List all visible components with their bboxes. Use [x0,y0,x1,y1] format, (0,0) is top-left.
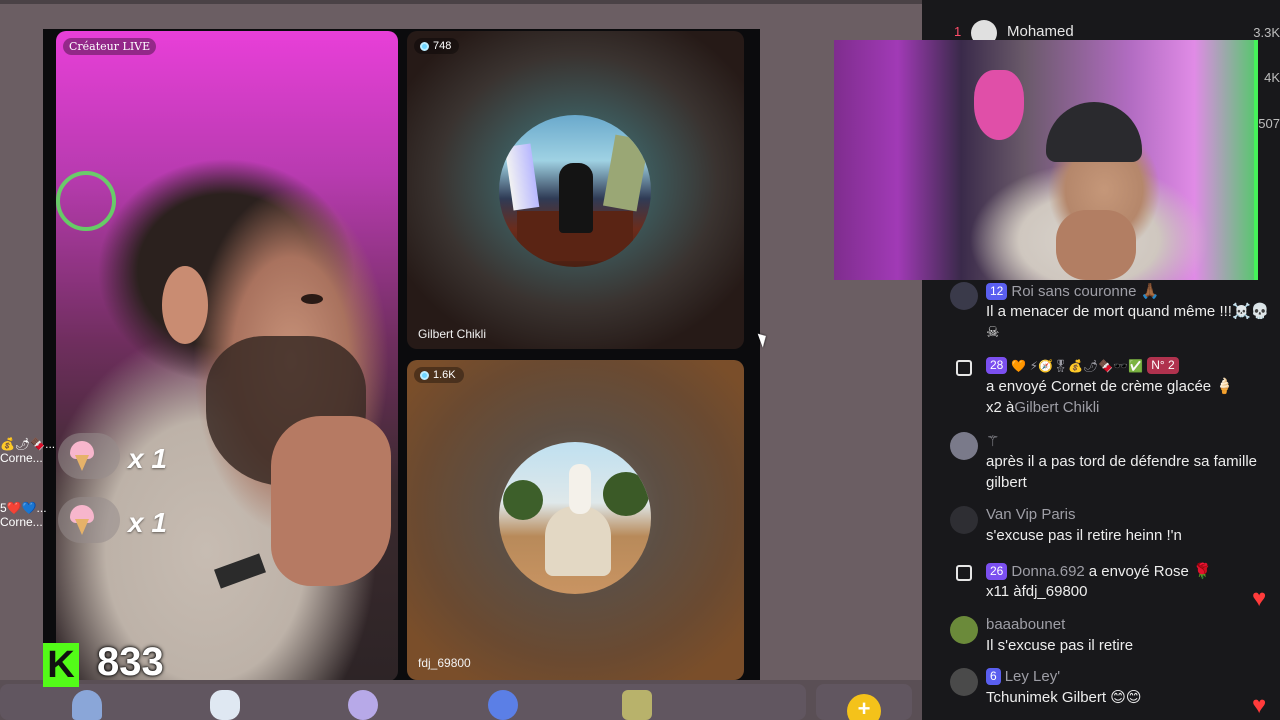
gift-item-icon[interactable] [210,690,240,720]
level-badge: 28 [986,357,1008,374]
top-gifter-row: 1 Mohamed 3.3K 4K 507 [922,0,1280,131]
chat-header: Van Vip Paris [986,506,1076,523]
level-badge: 26 [986,562,1008,580]
chat-header: 6 Ley Ley' [986,668,1060,685]
guest2-avatar [499,442,651,594]
gift-item-icon[interactable] [622,690,652,720]
streamer-webcam [834,40,1258,280]
chat-header: baaabounet [986,616,1065,633]
avatar [950,282,978,310]
chat-username[interactable]: Ley Ley' [1005,668,1060,685]
guest2-viewers: 1.6K [433,369,456,381]
guest-tile-fdj[interactable]: 1.6K fdj_69800 [407,360,744,680]
chat-username[interactable]: Roi sans couronne [1011,283,1136,300]
gift-toast-1 [58,433,120,479]
level-badge: 12 [986,282,1008,300]
host-label: Créateur LIVE [63,38,157,55]
chat-header: ⚚ [986,432,999,450]
chat-username[interactable]: ⚚ [986,432,999,450]
guest-tile-gilbert[interactable]: 748 Gilbert Chikli [407,31,744,349]
heart-icon: ♥ [1252,585,1267,612]
host-video-tile[interactable]: Créateur LIVE [56,31,398,681]
gift-item-icon[interactable] [488,690,518,720]
chat-text: Il s'excuse pas il retire [986,637,1134,654]
host-ear [162,266,208,344]
gift-side-fragment-2: 5❤️💙... Corne... [0,501,47,529]
gift-recipient[interactable]: Gilbert Chikli [1014,399,1099,416]
chat-username[interactable]: Donna.692 [1011,563,1084,580]
kick-logo: K [43,643,79,687]
shirt-tag [214,553,266,589]
live-stage: Créateur LIVE 748 Gilbert Chikli 1.6K fd… [43,29,760,681]
streamer-hair [1046,102,1142,162]
chat-text: a envoyé Cornet de crème glacée 🍦 x2 àGi… [986,376,1271,418]
top-strip [0,0,922,4]
rank-badge: N° 2 [1147,357,1179,374]
heart-icon: ♥ [1252,692,1267,719]
gift-item-icon[interactable] [72,690,102,720]
rank-number: 1 [954,24,962,39]
username-emoji: 🙏🏾 [1140,283,1160,300]
ice-cream-icon [69,441,95,471]
guest1-name: Gilbert Chikli [418,327,487,341]
avatar [950,616,978,644]
chat-header: 26 Donna.692 a envoyé Rose 🌹 [986,562,1212,580]
streamer-hand [1056,210,1136,280]
chat-text: après il a pas tord de défendre sa famil… [986,453,1257,491]
ice-cream-icon [69,505,95,535]
gift-recipient[interactable]: fdj_69800 [1022,583,1088,600]
rank-value: 3.3K [1253,25,1280,40]
gift-text: a envoyé Rose 🌹 [1088,563,1212,580]
chat-text: Il a menacer de mort quand même !!!☠️💀☠ [986,303,1270,341]
gift-multiplier-2: x 1 [128,507,167,538]
chat-text: Tchunimek Gilbert 😊😊 [986,689,1142,706]
chat-header: 28 🧡 ⚡🧭🎖💰🌶🍫🕶️✅ N° 2 [986,357,1179,374]
rank-value: 4K [1264,70,1280,85]
gift-amount: x2 à [986,399,1015,416]
gift-side-fragment-1: 💰🌶🍫... Corne... [0,437,56,465]
eye-icon [420,370,429,380]
host-hand [271,416,391,586]
neon-sign [974,70,1024,140]
gift-item-icon[interactable] [348,690,378,720]
guest1-viewers: 748 [433,40,452,52]
rank-value: 507 [1258,116,1280,131]
gift-toast-2 [58,497,120,543]
level-badge: 6 [986,668,1001,685]
viewer-count: 833 [97,640,164,684]
chat-header: 12 Roi sans couronne 🙏🏾 [986,282,1159,300]
avatar [950,506,978,534]
avatar [950,432,978,460]
gift-multiplier-1: x 1 [128,443,167,474]
rank-username: Mohamed [1007,23,1074,40]
guest2-viewer-count: 1.6K [414,367,464,383]
coin-icon[interactable]: + [847,694,881,720]
guest1-viewer-count: 748 [414,38,460,54]
gift-icon [956,360,972,376]
eye-icon [420,41,429,51]
webcam-border [1254,40,1258,280]
host-eye [301,294,323,304]
extra-badges: 🧡 ⚡🧭🎖💰🌶🍫🕶️✅ [1011,358,1144,373]
gift-tray [0,684,806,720]
chat-username[interactable]: baaabounet [986,616,1065,633]
neon-light [56,171,116,231]
gift-icon [956,565,972,581]
guest2-name: fdj_69800 [418,656,471,670]
avatar [950,668,978,696]
chat-text: x11 àfdj_69800 [986,581,1271,602]
chat-text: s'excuse pas il retire heinn !'n [986,527,1182,544]
guest1-avatar [499,115,651,267]
gift-text: a envoyé Cornet de crème glacée 🍦 [986,378,1234,395]
chat-username[interactable]: Van Vip Paris [986,506,1076,523]
gift-amount: x11 à [986,583,1022,600]
